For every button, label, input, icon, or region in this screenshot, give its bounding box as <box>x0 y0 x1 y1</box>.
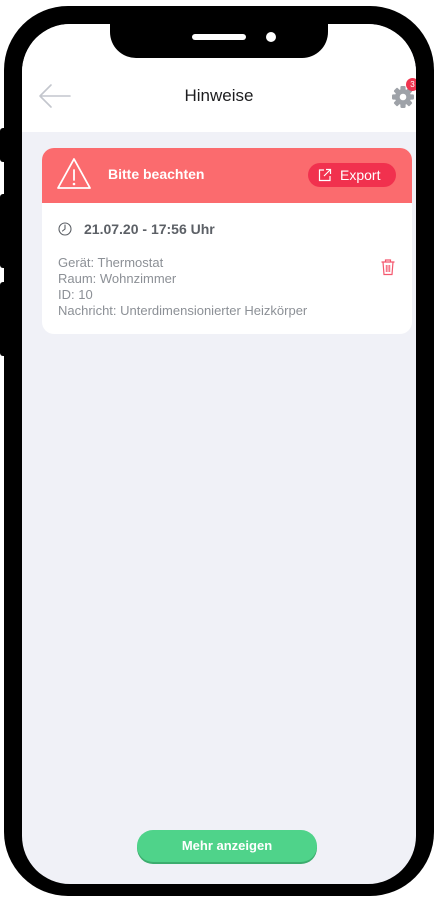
notice-card-header: Bitte beachten Export <box>42 148 412 203</box>
show-more-button[interactable]: Mehr anzeigen <box>137 830 317 862</box>
phone-notch <box>110 24 328 58</box>
detail-device: Gerät: Thermostat <box>58 255 164 270</box>
timestamp: 21.07.20 - 17:56 Uhr <box>84 221 215 237</box>
detail-room: Raum: Wohnzimmer <box>58 271 177 286</box>
page-title: Hinweise <box>184 86 254 105</box>
warning-icon <box>57 158 91 189</box>
notice-details: Gerät: Thermostat Raum: Wohnzimmer ID: 1… <box>58 255 307 319</box>
notice-card: Bitte beachten Export 21.07.20 - 17:56 U… <box>42 148 412 334</box>
notification-badge: 3 <box>406 78 416 91</box>
side-button-volume-down <box>0 282 8 356</box>
phone-frame: Hinweise 3 Bitte beachten Export 21.07.2… <box>4 6 434 896</box>
side-button-mute <box>0 128 8 162</box>
clock-icon <box>58 222 72 236</box>
front-camera <box>266 32 276 42</box>
delete-button[interactable] <box>380 258 396 276</box>
detail-message: Nachricht: Unterdimensionierter Heizkörp… <box>58 303 308 318</box>
app-screen: Hinweise 3 Bitte beachten Export 21.07.2… <box>22 24 416 884</box>
trash-icon <box>381 259 395 276</box>
detail-id: ID: 10 <box>58 287 93 302</box>
export-button[interactable]: Export <box>308 163 396 187</box>
side-button-volume-up <box>0 194 8 268</box>
speaker-grille <box>192 34 246 40</box>
notice-card-title: Bitte beachten <box>108 166 205 182</box>
export-label: Export <box>340 167 381 183</box>
external-link-icon <box>318 168 332 182</box>
